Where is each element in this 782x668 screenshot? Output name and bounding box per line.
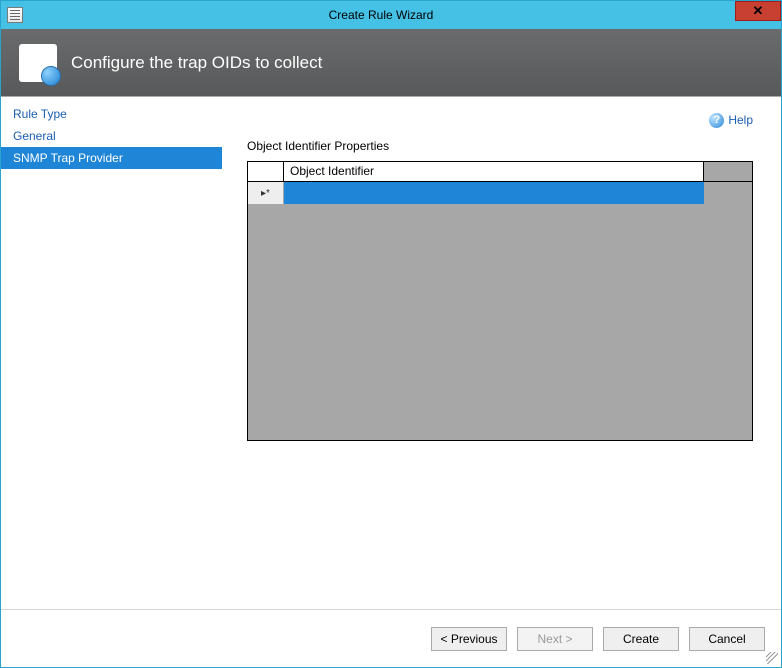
next-button[interactable]: Next > bbox=[517, 627, 593, 651]
wizard-window: Create Rule Wizard ✕ Configure the trap … bbox=[0, 0, 782, 668]
help-link[interactable]: ? Help bbox=[709, 113, 753, 128]
close-icon: ✕ bbox=[753, 3, 764, 19]
wizard-content: ? Help Object Identifier Properties Obje… bbox=[223, 97, 781, 609]
titlebar: Create Rule Wizard ✕ bbox=[1, 1, 781, 29]
sidebar-item-rule-type[interactable]: Rule Type bbox=[1, 103, 222, 125]
grid-column-header-oid[interactable]: Object Identifier bbox=[284, 162, 704, 181]
help-row: ? Help bbox=[247, 109, 753, 131]
close-button[interactable]: ✕ bbox=[735, 1, 781, 21]
wizard-banner: Configure the trap OIDs to collect bbox=[1, 29, 781, 97]
wizard-banner-title: Configure the trap OIDs to collect bbox=[71, 53, 322, 73]
create-button[interactable]: Create bbox=[603, 627, 679, 651]
wizard-banner-icon bbox=[19, 44, 57, 82]
oid-properties-label: Object Identifier Properties bbox=[247, 139, 753, 153]
sidebar-item-general[interactable]: General bbox=[1, 125, 222, 147]
resize-grip-icon[interactable] bbox=[766, 652, 778, 664]
wizard-footer: < Previous Next > Create Cancel bbox=[1, 609, 781, 667]
grid-new-row[interactable]: ▸* bbox=[248, 182, 752, 204]
cancel-button[interactable]: Cancel bbox=[689, 627, 765, 651]
grid-row-selector-header bbox=[248, 162, 284, 181]
help-label: Help bbox=[728, 113, 753, 127]
grid-oid-cell[interactable] bbox=[284, 182, 704, 204]
oid-grid[interactable]: Object Identifier ▸* bbox=[247, 161, 753, 441]
grid-row-marker: ▸* bbox=[248, 182, 284, 204]
content-spacer bbox=[247, 441, 753, 603]
help-icon: ? bbox=[709, 113, 724, 128]
previous-button[interactable]: < Previous bbox=[431, 627, 507, 651]
wizard-steps-sidebar: Rule Type General SNMP Trap Provider bbox=[1, 97, 223, 609]
grid-empty-area bbox=[248, 204, 752, 440]
grid-row-spacer bbox=[704, 182, 752, 204]
window-title: Create Rule Wizard bbox=[31, 8, 781, 22]
wizard-body: Rule Type General SNMP Trap Provider ? H… bbox=[1, 97, 781, 609]
system-menu-icon[interactable] bbox=[7, 7, 23, 23]
grid-header-spacer bbox=[704, 162, 752, 181]
sidebar-item-snmp-trap-provider[interactable]: SNMP Trap Provider bbox=[1, 147, 222, 169]
grid-header-row: Object Identifier bbox=[248, 162, 752, 182]
